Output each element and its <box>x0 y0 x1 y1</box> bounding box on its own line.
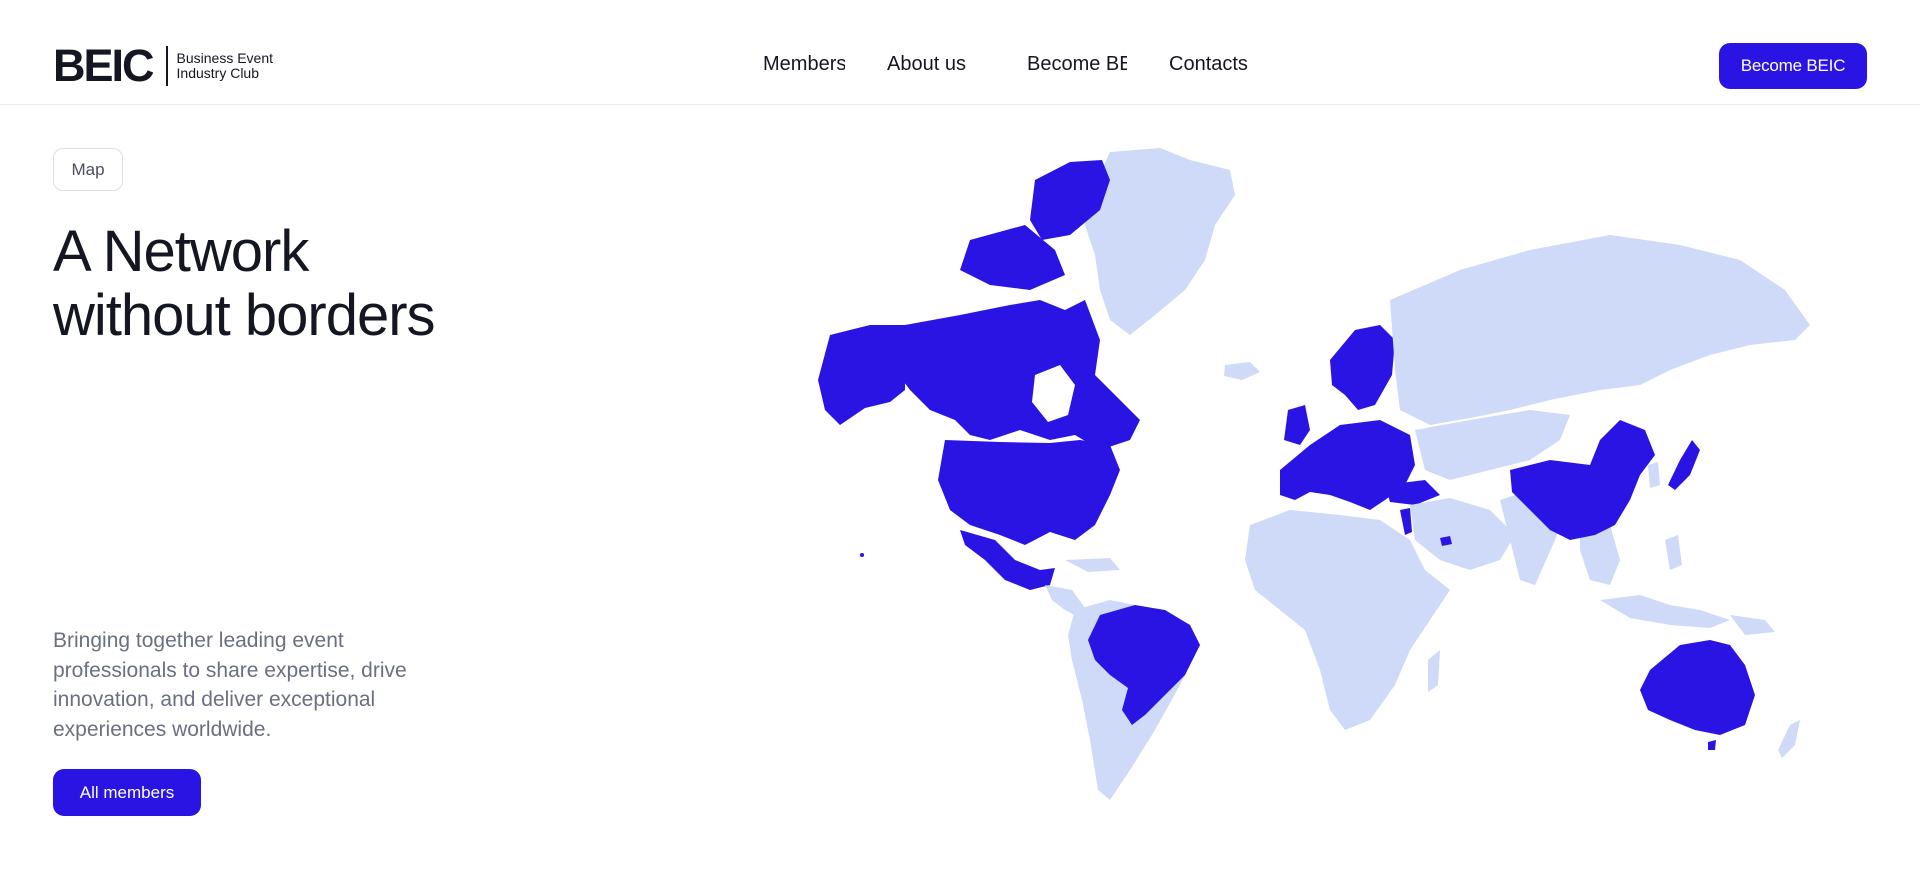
region-australia <box>1640 640 1755 735</box>
logo-subtitle-line-1: Business Event <box>176 50 274 66</box>
nav-become-be[interactable]: Become BE <box>1027 53 1127 76</box>
logo-mark: BEIC <box>53 40 155 91</box>
region-caribbean <box>1065 558 1120 572</box>
world-map <box>810 140 1840 820</box>
region-canada <box>895 300 1140 450</box>
hero-description: Bringing together leading event professi… <box>53 629 407 741</box>
page-title-line-2: without borders <box>53 283 436 348</box>
region-tasmania <box>1708 740 1716 750</box>
all-members-button[interactable]: All members <box>53 769 201 816</box>
region-middle-east <box>1410 498 1515 570</box>
region-russia <box>1390 235 1810 425</box>
region-new-zealand <box>1778 720 1800 758</box>
site-header: BEIC Business Event Industry Club Member… <box>0 0 1920 105</box>
region-israel <box>1400 508 1412 535</box>
region-alaska <box>818 325 905 425</box>
region-philippines <box>1665 535 1682 570</box>
region-hawaii <box>860 553 864 557</box>
page-title: A Network without borders <box>53 220 573 348</box>
region-scandinavia <box>1330 325 1395 410</box>
logo-subtitle-line-2: Industry Club <box>176 65 259 81</box>
nav-contacts[interactable]: Contacts <box>1169 53 1248 76</box>
region-japan <box>1668 440 1700 490</box>
region-papua <box>1730 615 1775 635</box>
region-uk <box>1284 405 1310 445</box>
region-indonesia <box>1600 595 1730 628</box>
section-tag: Map <box>53 148 123 191</box>
logo-subtitle: Business Event Industry Club <box>177 51 274 81</box>
logo[interactable]: BEIC Business Event Industry Club <box>53 40 274 91</box>
region-korea <box>1648 462 1660 488</box>
logo-divider <box>165 46 168 86</box>
region-iceland <box>1224 362 1260 380</box>
region-mexico <box>960 530 1055 590</box>
become-beic-button[interactable]: Become BEIC <box>1719 43 1867 89</box>
nav-about-us[interactable]: About us <box>887 53 966 76</box>
world-map-svg <box>818 148 1810 800</box>
region-madagascar <box>1428 650 1440 692</box>
page-title-line-1: A Network <box>53 219 309 284</box>
region-usa <box>938 440 1120 545</box>
nav-members[interactable]: Members <box>763 53 845 76</box>
